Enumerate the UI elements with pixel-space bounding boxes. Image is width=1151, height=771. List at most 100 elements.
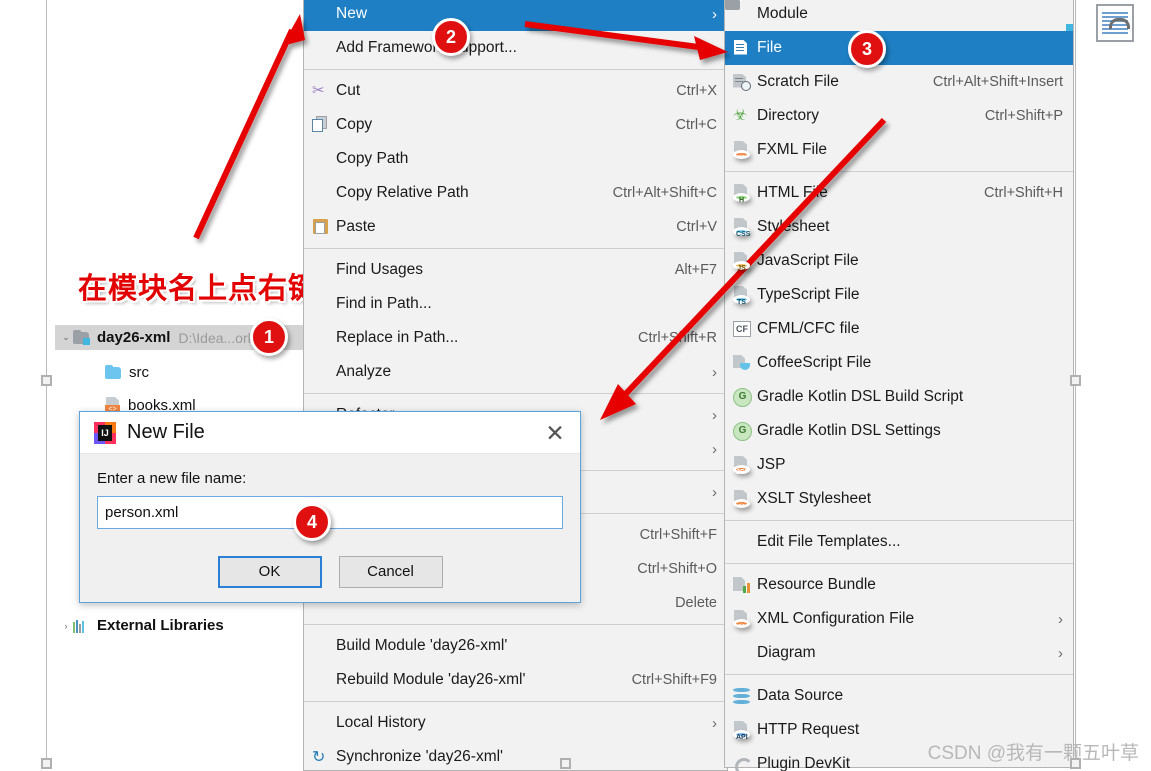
submenu-item-typescript-file[interactable]: TS TypeScript File <box>725 278 1073 312</box>
menu-item-replace-in-path[interactable]: Replace in Path... Ctrl+Shift+R <box>304 321 727 355</box>
xml-file-icon: <> <box>733 610 757 628</box>
menu-item-label: Analyze <box>336 363 693 381</box>
selection-handle-middle-left[interactable] <box>41 375 52 386</box>
selection-handle-bottom-left[interactable] <box>41 758 52 769</box>
tree-item-label: day26-xml <box>97 329 170 346</box>
submenu-item-label: TypeScript File <box>757 286 1063 304</box>
menu-item-synchronize[interactable]: ↻ Synchronize 'day26-xml' <box>304 740 727 771</box>
dialog-title: New File <box>127 421 540 444</box>
submenu-item-diagram[interactable]: Diagram › <box>725 636 1073 670</box>
menu-item-local-history[interactable]: Local History › <box>304 706 727 740</box>
menu-item-label: Build Module 'day26-xml' <box>336 637 717 655</box>
submenu-item-label: XSLT Stylesheet <box>757 490 1063 508</box>
menu-item-rebuild-module[interactable]: Rebuild Module 'day26-xml' Ctrl+Shift+F9 <box>304 663 727 697</box>
menu-item-build-module[interactable]: Build Module 'day26-xml' <box>304 629 727 663</box>
submenu-item-stylesheet[interactable]: CSS Stylesheet <box>725 210 1073 244</box>
submenu-item-label: Scratch File <box>757 73 913 91</box>
submenu-item-edit-file-templates[interactable]: Edit File Templates... <box>725 525 1073 559</box>
submenu-item-data-source[interactable]: Data Source <box>725 679 1073 713</box>
submenu-item-xslt-stylesheet[interactable]: <> XSLT Stylesheet <box>725 482 1073 516</box>
menu-item-find-in-path[interactable]: Find in Path... <box>304 287 727 321</box>
submenu-separator <box>725 563 1073 564</box>
menu-item-label: Replace in Path... <box>336 329 618 347</box>
submenu-item-label: Stylesheet <box>757 218 1063 236</box>
menu-item-label: Cut <box>336 82 656 100</box>
submenu-item-xml-configuration-file[interactable]: <> XML Configuration File › <box>725 602 1073 636</box>
copy-icon <box>312 116 336 134</box>
menu-item-new[interactable]: New › <box>304 0 727 31</box>
submenu-item-shortcut: Ctrl+Shift+P <box>985 108 1063 124</box>
submenu-separator <box>725 520 1073 521</box>
submenu-item-file[interactable]: File <box>725 31 1073 65</box>
menu-item-copy-path[interactable]: Copy Path <box>304 142 727 176</box>
menu-item-label: Local History <box>336 714 693 732</box>
submenu-item-coffeescript-file[interactable]: CoffeeScript File <box>725 346 1073 380</box>
submenu-item-resource-bundle[interactable]: Resource Bundle <box>725 568 1073 602</box>
menu-item-add-framework-support[interactable]: Add Framework Support... <box>304 31 727 65</box>
dialog-titlebar: IJ New File ✕ <box>80 412 580 454</box>
menu-item-shortcut: Ctrl+Alt+Shift+C <box>613 185 717 201</box>
menu-item-paste[interactable]: Paste Ctrl+V <box>304 210 727 244</box>
submenu-item-label: HTML File <box>757 184 964 202</box>
submenu-item-label: Data Source <box>757 687 1063 705</box>
file-name-label: Enter a new file name: <box>97 470 563 487</box>
menu-item-shortcut: Ctrl+Shift+O <box>637 561 717 577</box>
project-tree-pane: ⌄ day26-xml D:\Idea...ork' src <> books.… <box>47 0 305 770</box>
menu-item-shortcut: Ctrl+X <box>676 83 717 99</box>
cf-file-icon: CF <box>733 321 757 337</box>
chinese-annotation-text: 在模块名上点右键 <box>78 265 318 307</box>
submenu-item-scratch-file[interactable]: Scratch File Ctrl+Alt+Shift+Insert <box>725 65 1073 99</box>
selection-handle-bottom-center[interactable] <box>560 758 571 769</box>
submenu-item-label: Directory <box>757 107 965 125</box>
menu-item-shortcut: Ctrl+V <box>676 219 717 235</box>
tree-item-external-libraries[interactable]: › External Libraries <box>55 613 224 638</box>
file-icon <box>733 40 757 57</box>
tree-twisty-icon[interactable]: ⌄ <box>59 332 73 343</box>
submenu-separator <box>725 171 1073 172</box>
submenu-item-label: JavaScript File <box>757 252 1063 270</box>
cancel-button[interactable]: Cancel <box>339 556 443 588</box>
chevron-right-icon: › <box>1053 611 1063 628</box>
submenu-item-gradle-kotlin-dsl-build-script[interactable]: G Gradle Kotlin DSL Build Script <box>725 380 1073 414</box>
chevron-right-icon: › <box>707 715 717 732</box>
submenu-item-javascript-file[interactable]: JS JavaScript File <box>725 244 1073 278</box>
chevron-right-icon: › <box>1053 645 1063 662</box>
selection-handle-bottom-right[interactable] <box>1070 758 1081 769</box>
menu-item-shortcut: Delete <box>675 595 717 611</box>
menu-separator <box>304 248 727 249</box>
submenu-item-gradle-kotlin-dsl-settings[interactable]: G Gradle Kotlin DSL Settings <box>725 414 1073 448</box>
submenu-item-html-file[interactable]: H HTML File Ctrl+Shift+H <box>725 176 1073 210</box>
close-icon[interactable]: ✕ <box>540 418 570 448</box>
menu-item-copy[interactable]: Copy Ctrl+C <box>304 108 727 142</box>
tree-twisty-icon[interactable]: › <box>59 621 73 631</box>
menu-item-find-usages[interactable]: Find Usages Alt+F7 <box>304 253 727 287</box>
libraries-icon <box>73 619 90 633</box>
submenu-item-fxml-file[interactable]: <> FXML File <box>725 133 1073 167</box>
submenu-item-cfml-cfc-file[interactable]: CF CFML/CFC file <box>725 312 1073 346</box>
submenu-item-label: JSP <box>757 456 1063 474</box>
scratch-file-icon <box>733 74 757 91</box>
xslt-file-icon: <> <box>733 490 757 508</box>
menu-item-copy-relative-path[interactable]: Copy Relative Path Ctrl+Alt+Shift+C <box>304 176 727 210</box>
menu-item-analyze[interactable]: Analyze › <box>304 355 727 389</box>
submenu-item-module[interactable]: Module <box>725 0 1073 31</box>
submenu-item-label: Edit File Templates... <box>757 533 1063 551</box>
tree-item-src[interactable]: src <box>55 360 149 385</box>
coffeescript-file-icon <box>733 355 757 371</box>
submenu-item-label: Gradle Kotlin DSL Build Script <box>757 388 1063 406</box>
menu-item-cut[interactable]: ✂ Cut Ctrl+X <box>304 74 727 108</box>
menu-item-label: Copy <box>336 116 656 134</box>
selection-handle-middle-right[interactable] <box>1070 375 1081 386</box>
ok-button[interactable]: OK <box>218 556 322 588</box>
js-file-icon: JS <box>733 252 757 270</box>
ts-file-icon: TS <box>733 286 757 304</box>
submenu-item-directory[interactable]: ☣ Directory Ctrl+Shift+P <box>725 99 1073 133</box>
tree-item-path: D:\Idea...ork' <box>178 330 257 346</box>
data-source-icon <box>733 688 757 704</box>
menu-item-label: Copy Path <box>336 150 717 168</box>
submenu-item-jsp[interactable]: JSP JSP <box>725 448 1073 482</box>
tree-item-label: src <box>129 364 149 381</box>
menu-item-label: New <box>336 5 693 23</box>
new-submenu[interactable]: Module File Scratch File Ctrl+Alt+Shift+… <box>724 0 1074 768</box>
context-menu[interactable]: New › Add Framework Support... ✂ Cut Ctr… <box>303 0 728 771</box>
